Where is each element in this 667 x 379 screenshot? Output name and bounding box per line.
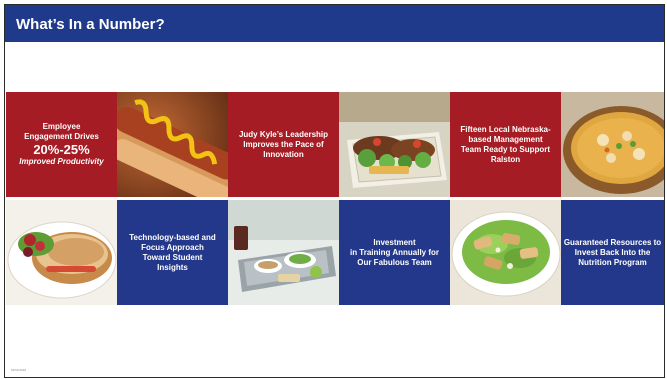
resources-line2: Invest Back Into the	[574, 247, 651, 257]
management-line2: based Management	[468, 134, 543, 144]
training-line2: in Training Annually for	[349, 247, 440, 257]
resources-tile: Guaranteed Resources to Invest Back Into…	[561, 200, 664, 305]
management-line4: Ralston	[490, 154, 521, 164]
training-line1: Investment	[373, 237, 416, 247]
training-tile: Investment in Training Annually for Our …	[339, 200, 450, 305]
management-tile: Fifteen Local Nebraska- based Management…	[450, 92, 561, 197]
cafeteria-tray-photo	[228, 200, 339, 305]
leadership-line2: Improves the Pace of	[243, 139, 324, 149]
soup-photo	[561, 92, 664, 197]
leadership-line3: Innovation	[263, 149, 304, 159]
taco-salad-photo	[339, 92, 450, 197]
engagement-line1: Employee	[42, 122, 81, 131]
slide: What’s In a Number? Employee Engagement …	[4, 4, 665, 378]
engagement-caption: Improved Productivity	[19, 157, 104, 166]
technology-line3: Toward Student	[142, 252, 203, 262]
technology-tile: Technology-based and Focus Approach Towa…	[117, 200, 228, 305]
slide-title: What’s In a Number?	[16, 16, 165, 33]
technology-line1: Technology-based and	[129, 232, 216, 242]
hotdog-photo	[117, 92, 228, 197]
resources-line3: Nutrition Program	[578, 257, 647, 267]
engagement-stat: 20%-25%	[33, 142, 90, 157]
slide-footer: 02/01/2018	[11, 368, 27, 372]
resources-line1: Guaranteed Resources to	[563, 237, 662, 247]
leadership-tile: Judy Kyle’s Leadership Improves the Pace…	[228, 92, 339, 197]
engagement-line2: Engagement Drives	[24, 132, 99, 141]
engagement-tile: Employee Engagement Drives 20%-25% Impro…	[6, 92, 117, 197]
title-bar: What’s In a Number?	[5, 5, 664, 42]
technology-line4: Insights	[157, 262, 188, 272]
technology-line2: Focus Approach	[141, 242, 204, 252]
management-line1: Fifteen Local Nebraska-	[460, 124, 551, 134]
sandwich-photo	[6, 200, 117, 305]
leadership-line1: Judy Kyle’s Leadership	[238, 129, 329, 139]
training-line3: Our Fabulous Team	[357, 257, 432, 267]
management-line3: Team Ready to Support	[460, 144, 551, 154]
chicken-salad-photo	[450, 200, 561, 305]
